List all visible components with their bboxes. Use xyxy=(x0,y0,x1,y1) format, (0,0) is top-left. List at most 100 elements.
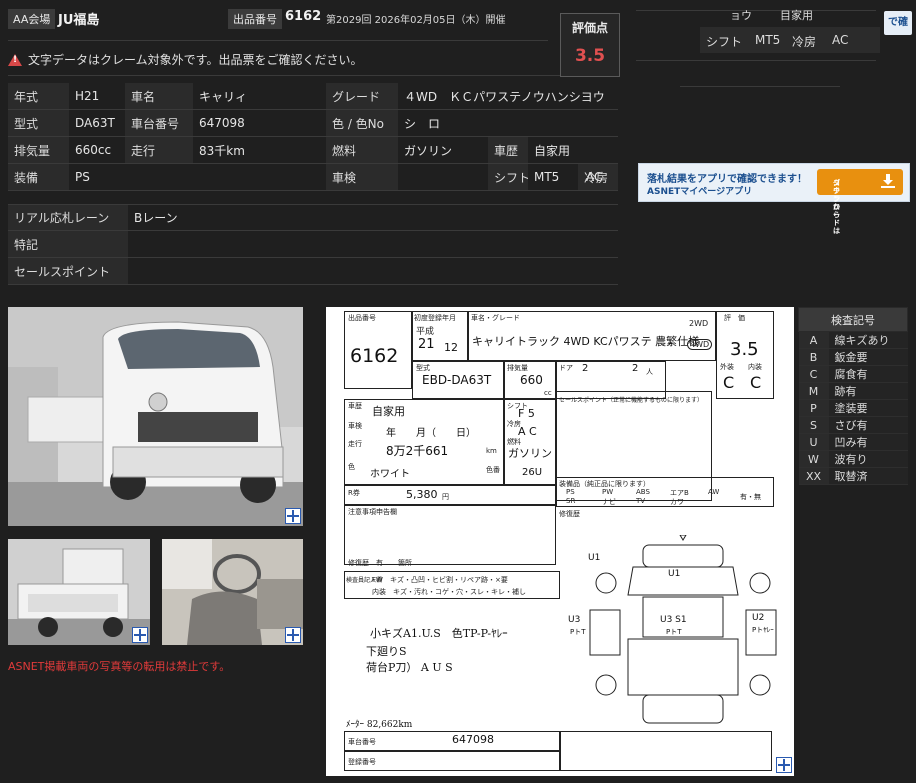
legend-code: B xyxy=(798,348,829,366)
sheet-colorno-label: 色番 xyxy=(486,466,500,474)
score-label: 評価点 xyxy=(571,21,608,35)
spec-value: 自家用 xyxy=(528,136,618,164)
sheet-int-label: 内装 xyxy=(748,363,762,371)
sheet-era: 平成 xyxy=(416,327,435,337)
car-damage-diagram xyxy=(589,535,777,724)
damage-mark: PトT xyxy=(666,628,682,636)
sheet-equip-navi: ナビ xyxy=(602,498,616,506)
sheet-ext: C xyxy=(723,373,735,392)
legend-row: U 凹み有 xyxy=(798,433,908,451)
spec-value: 83千km xyxy=(193,136,326,164)
sheet-inspector-row1: FW キズ・凸凹・ヒビ割・リペア跡・×要 xyxy=(372,576,508,584)
legend-code: A xyxy=(798,331,829,349)
spec-value: PS xyxy=(69,163,326,191)
spec-value xyxy=(398,163,488,191)
sheet-tax-box xyxy=(344,485,556,505)
sheet-equip-ps: PS xyxy=(566,488,575,496)
download-button-line2: コチラから xyxy=(833,179,840,219)
score-value: 3.5 xyxy=(574,46,606,66)
sheet-seats-unit: 人 xyxy=(646,368,653,376)
legend-code: XX xyxy=(798,467,829,485)
legend-label: 跡有 xyxy=(828,382,908,400)
notice: 文字データはクレーム対象外です。出品票をご確認ください。 xyxy=(8,51,362,68)
sheet-disp: 660 xyxy=(520,373,543,387)
legend-row: P 塗装要 xyxy=(798,399,908,417)
sheet-equip-abs: ABS xyxy=(636,488,650,496)
notice-text: 文字データはクレーム対象外です。出品票をご確認ください。 xyxy=(28,53,363,67)
damage-mark: U1 xyxy=(588,553,601,563)
legend-label: 腐食有 xyxy=(828,365,908,383)
legend-title: 検査記号 xyxy=(798,307,908,332)
extra-table: リアル応札レーン Bレーン 特記 セールスポイント xyxy=(8,204,618,285)
zoom-icon[interactable] xyxy=(285,508,301,524)
legend-code: U xyxy=(798,433,829,451)
spec-row-2: 型式 DA63T 車台番号 647098 色 / 色No シ ロ xyxy=(8,109,618,137)
extra-key: リアル応札レーン xyxy=(8,204,128,231)
spec-row-4: 装備 PS 車検 シフト MT5 冷房 xyxy=(8,163,618,191)
download-button[interactable]: ダウンロードは コチラから xyxy=(817,169,903,235)
spec-key: 燃料 xyxy=(326,136,398,164)
sheet-use: 自家用 xyxy=(372,405,405,418)
spec-value: キャリィ xyxy=(193,83,326,110)
sheet-regno-box xyxy=(344,751,560,771)
sheet-doors-label: ドア xyxy=(559,364,573,372)
legend-label: 波有り xyxy=(828,450,908,468)
damage-mark: U3 S1 xyxy=(660,615,687,625)
sheet-use-label: 車歴 xyxy=(348,402,362,410)
spec-key: 装備 xyxy=(8,163,69,191)
sheet-doors: 2 xyxy=(582,363,589,374)
sheet-score: 3.5 xyxy=(730,339,759,360)
auction-sheet[interactable]: 出品番号 6162 初度登録年月 平成 21 12 車名・グレード キャリイトラ… xyxy=(326,307,794,776)
overlay-value: MT5 xyxy=(755,33,781,47)
truck-rear-image xyxy=(8,539,150,645)
sheet-drive: 2WD xyxy=(689,319,709,328)
sheet-int: C xyxy=(750,373,762,392)
damage-mark: U1 xyxy=(668,569,681,579)
sheet-score-label: 評 価 xyxy=(724,314,745,322)
sheet-points-label: セールスポイント（正常に機能するものに限ります） xyxy=(559,397,704,404)
damage-mark: Pトﾔﾚｰ xyxy=(752,626,774,634)
sheet-handwriting-2: 下廻りS xyxy=(366,645,407,658)
sheet-handwriting-3: 荷台P刀） A U S xyxy=(366,661,453,674)
legend-row: S さび有 xyxy=(798,416,908,434)
legend-label: さび有 xyxy=(828,416,908,434)
sheet-notes-label: 注意事項申告欄 xyxy=(348,508,397,516)
extra-value: Bレーン xyxy=(128,204,618,231)
sheet-bottom-right-box xyxy=(560,731,772,771)
sheet-equip-pw: PW xyxy=(602,488,614,496)
spec-value: MT5 xyxy=(528,163,578,191)
sheet-vin: 647098 xyxy=(452,733,494,746)
legend-label: 凹み有 xyxy=(828,433,908,451)
main-photo[interactable] xyxy=(8,307,303,526)
extra-key: セールスポイント xyxy=(8,257,128,285)
sheet-color: ホワイト xyxy=(370,469,410,480)
spec-ac-value: AC xyxy=(586,170,603,184)
spec-row-1: 年式 H21 車名 キャリィ グレード ４WD ＫＣパワステノウハンシヨウ xyxy=(8,83,618,110)
legend-row: C 腐食有 xyxy=(798,365,908,383)
banner-line1: 落札結果をアプリで確認できます！ xyxy=(647,174,807,185)
sheet-repair-part: 箇所 xyxy=(398,559,412,567)
spec-value: H21 xyxy=(69,83,125,110)
zoom-icon[interactable] xyxy=(776,757,792,773)
sheet-equip-leather: カワ xyxy=(670,498,684,506)
sheet-reg-label: 初度登録年月 xyxy=(414,314,456,322)
overlay-key: 冷房 xyxy=(792,35,817,49)
rear-photo[interactable] xyxy=(8,539,150,645)
sheet-colorno: 26U xyxy=(522,467,543,478)
sheet-year: 21 xyxy=(418,337,435,352)
inspection-legend: 検査記号 A 線キズあり B 鈑金要 C 腐食有 M 跡有 P 塗装要 S さび有 U 凹み有… xyxy=(798,307,908,485)
corner-button[interactable]: で確 xyxy=(884,11,912,35)
sheet-equip-sr: SR xyxy=(566,497,576,505)
sheet-ext-label: 外装 xyxy=(720,363,734,371)
interior-photo[interactable] xyxy=(162,539,303,645)
legend-code: M xyxy=(798,382,829,400)
sheet-equip-extra: 有・無 xyxy=(740,493,761,501)
legend-code: C xyxy=(798,365,829,383)
app-banner[interactable]: 落札結果をアプリで確認できます！ ASNETマイページアプリ ダウンロードは コチ… xyxy=(638,163,910,235)
zoom-icon[interactable] xyxy=(285,627,301,643)
zoom-icon[interactable] xyxy=(132,627,148,643)
truck-front-image xyxy=(8,307,303,526)
sheet-tax-label: R券 xyxy=(348,489,360,497)
damage-mark: U2 xyxy=(752,613,765,623)
legend-code: P xyxy=(798,399,829,417)
